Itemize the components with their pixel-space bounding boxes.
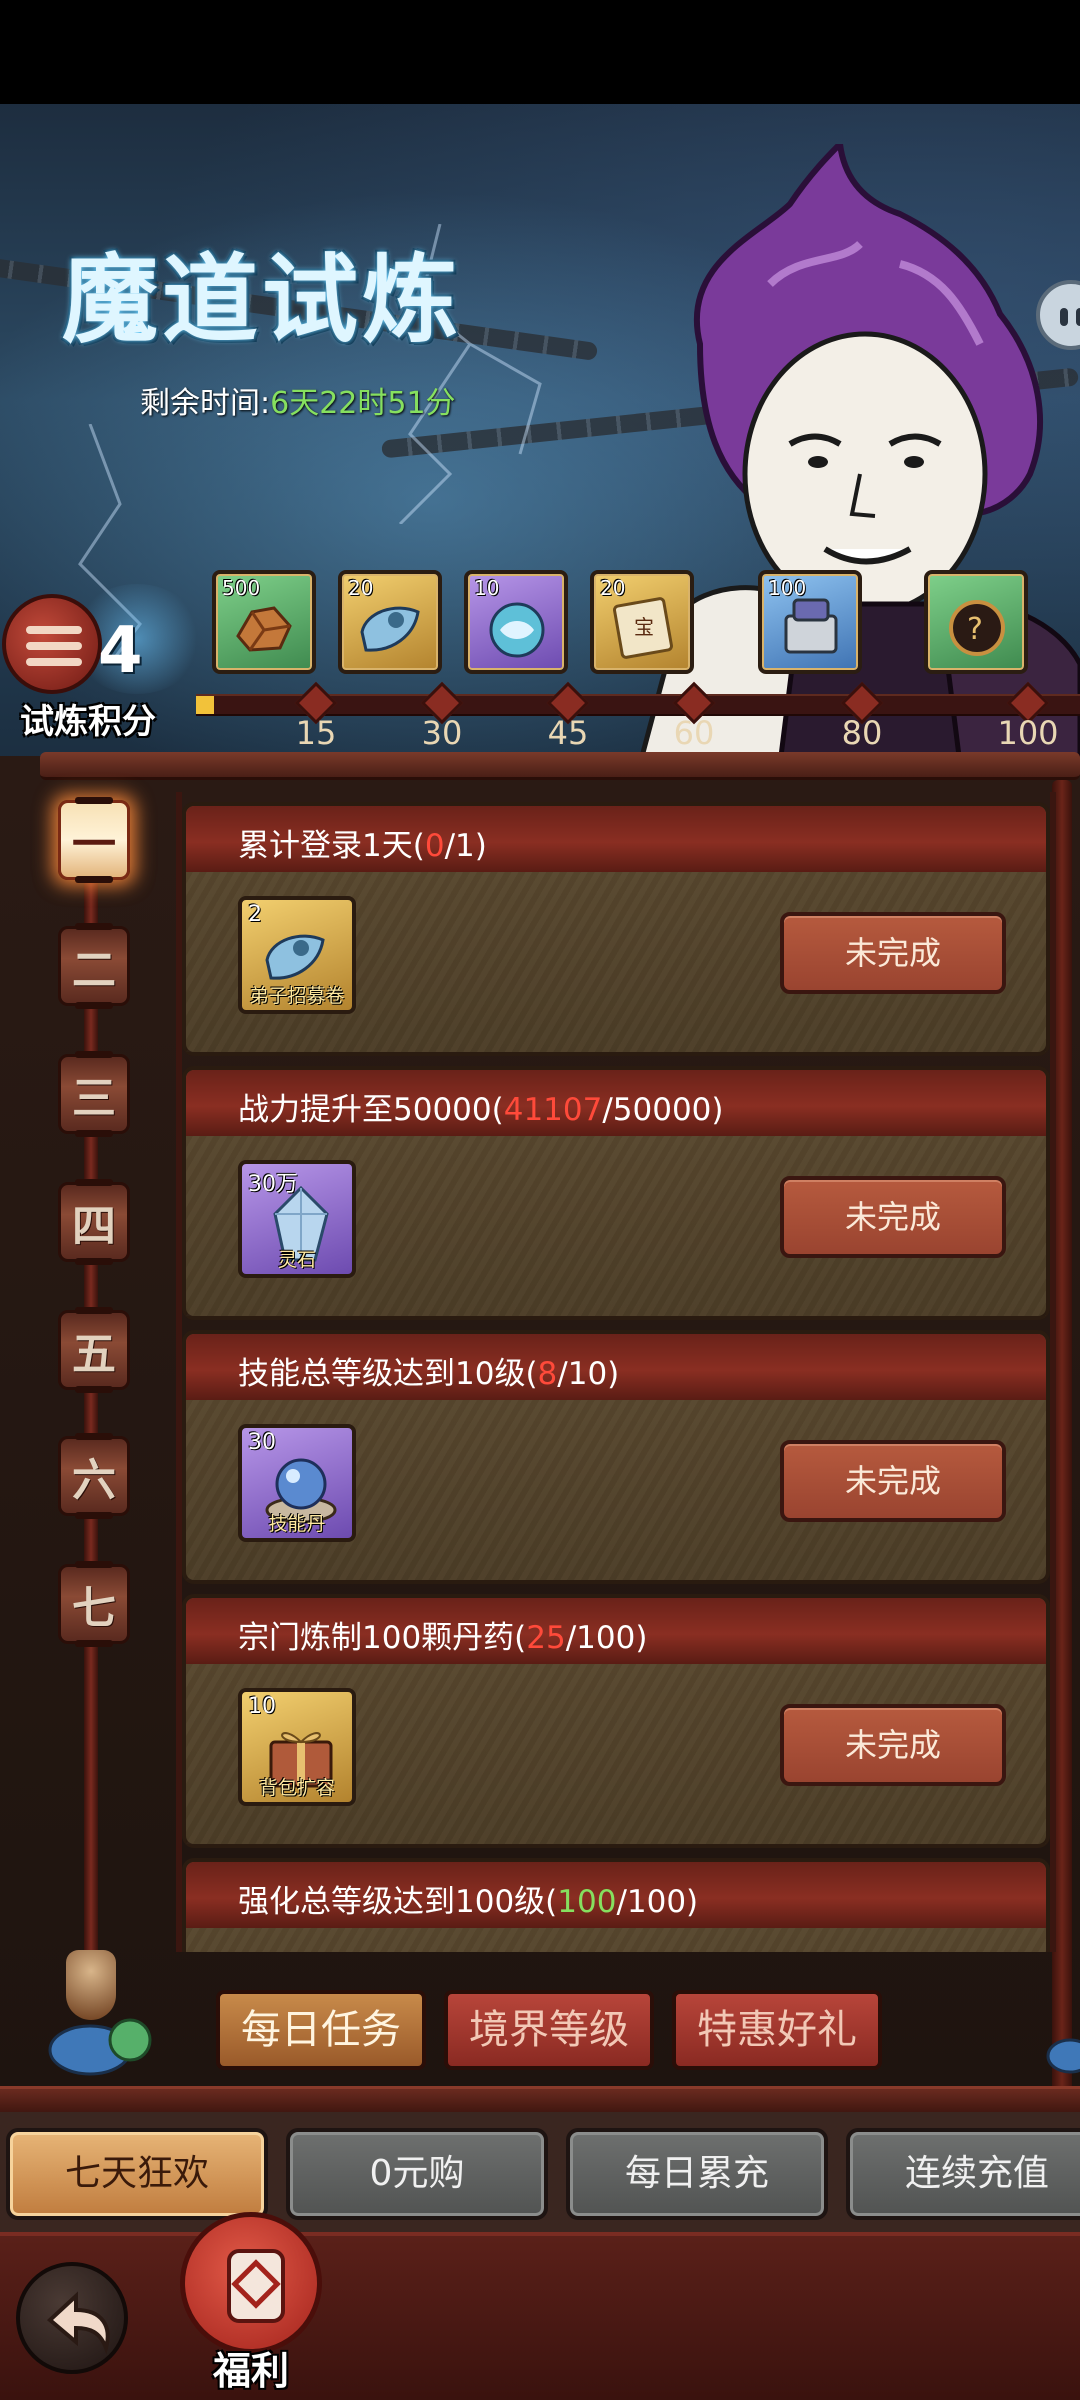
task-status-button[interactable]: 未完成	[780, 1704, 1006, 1786]
svg-text:?: ?	[967, 612, 983, 647]
task-reward-item[interactable]: 30 技能丹	[238, 1424, 356, 1542]
day-tab-label: 五	[72, 1329, 116, 1380]
task-reward-item[interactable]: 10 背包扩容	[238, 1688, 356, 1806]
task-title: 战力提升至50000(41107/50000)	[238, 1092, 724, 1128]
task-reward-item[interactable]: 2 弟子招募卷	[238, 896, 356, 1014]
task-progress-current: 25	[526, 1620, 566, 1656]
milestone-reward-count: 500	[222, 576, 261, 600]
milestone-threshold: 15	[295, 714, 337, 752]
task-list-viewport[interactable]: 累计登录1天(0/1) 2 弟子招募卷 未完成 战力提升至50000(41107/500…	[176, 792, 1056, 1952]
task-reward-qty: 2	[248, 902, 262, 927]
task-list: 累计登录1天(0/1) 2 弟子招募卷 未完成 战力提升至50000(41107/500…	[182, 792, 1050, 1952]
milestone-reward-100[interactable]: ?	[924, 570, 1028, 674]
back-arrow-icon	[46, 2291, 110, 2355]
day-tab-label: 三	[72, 1073, 116, 1124]
task-reward-qty: 10	[248, 1694, 276, 1719]
task-progress-current: 41107	[503, 1092, 603, 1128]
task-title: 宗门炼制100颗丹药(25/100)	[238, 1620, 648, 1656]
category-tab-3[interactable]: 特惠好礼	[672, 1990, 882, 2070]
milestone-threshold: 45	[547, 714, 589, 752]
recruit-scroll-icon	[360, 606, 420, 652]
milestone-reward-80[interactable]: 100	[758, 570, 862, 674]
day-tab-label: 六	[72, 1455, 116, 1506]
score-value: 4	[98, 614, 143, 688]
milestone-reward-count: 20	[348, 576, 374, 600]
task-reward-name: 灵石	[277, 1249, 316, 1271]
milestone-threshold: 100	[997, 714, 1059, 752]
milestone-threshold: 80	[841, 714, 883, 752]
svg-text:宝: 宝	[634, 615, 654, 639]
task-reward-name: 技能丹	[268, 1513, 326, 1535]
activity-tab-2[interactable]: 0元购	[286, 2128, 548, 2220]
task-card: 宗门炼制100颗丹药(25/100) 10 背包扩容 未完成	[182, 1594, 1050, 1848]
welfare-button[interactable]	[180, 2212, 322, 2354]
score-label: 试炼积分	[20, 702, 156, 742]
mystery-box-icon: ?	[949, 600, 1005, 656]
day-tab-7[interactable]: 七	[52, 1558, 136, 1650]
task-card: 累计登录1天(0/1) 2 弟子招募卷 未完成	[182, 802, 1050, 1056]
treasure-scroll-icon: 宝	[612, 597, 674, 659]
task-status-button[interactable]: 未完成	[780, 1176, 1006, 1258]
milestone-reward-count: 100	[768, 576, 807, 600]
category-tabs: 每日任务 境界等级 特惠好礼	[0, 1966, 1080, 2070]
task-reward-qty: 30万	[248, 1172, 298, 1197]
day-tab-label: 二	[72, 945, 116, 996]
back-button[interactable]	[16, 2262, 128, 2374]
task-title: 强化总等级达到100级(100/100)	[238, 1884, 699, 1920]
dragon-orb-icon	[489, 602, 545, 658]
task-reward-qty: 30	[248, 1430, 276, 1455]
milestone-threshold: 60	[673, 714, 715, 752]
task-status-button[interactable]: 未完成	[780, 1440, 1006, 1522]
welfare-icon	[227, 2249, 285, 2323]
task-card: 技能总等级达到10级(8/10) 30 技能丹 未完成	[182, 1330, 1050, 1584]
task-reward-item[interactable]: 30万灵石	[238, 1160, 356, 1278]
task-status-button[interactable]: 未完成	[780, 912, 1006, 994]
remaining-time-value: 6天22时51分	[270, 386, 456, 421]
status-bar	[0, 0, 1080, 104]
day-tab-label: 四	[72, 1201, 116, 1252]
day-tab-label: 一	[72, 819, 116, 870]
task-title: 累计登录1天(0/1)	[238, 828, 487, 864]
event-title: 魔道试炼	[62, 243, 462, 356]
day-tab-2[interactable]: 二	[52, 920, 136, 1012]
milestone-threshold: 30	[421, 714, 463, 752]
milestone-reward-count: 20	[600, 576, 626, 600]
screen: 魔道试炼 剩余时间:6天22时51分 500 15 20 30 10 45 宝 20 60 100…	[0, 0, 1080, 2400]
task-title: 技能总等级达到10级(8/10)	[238, 1356, 620, 1392]
day-tab-3[interactable]: 三	[52, 1048, 136, 1140]
task-card: 强化总等级达到100级(100/100)	[182, 1858, 1050, 1952]
task-progress-current: 8	[537, 1356, 558, 1392]
welfare-label: 福利	[212, 2349, 289, 2393]
remaining-time-label: 剩余时间:	[140, 386, 271, 421]
day-tab-1[interactable]: 一	[52, 794, 136, 886]
activity-tab-1[interactable]: 七天狂欢	[6, 2128, 268, 2220]
task-progress-current: 100	[557, 1884, 617, 1920]
task-reward-name: 背包扩容	[258, 1777, 335, 1799]
day-tab-4[interactable]: 四	[52, 1176, 136, 1268]
task-card: 战力提升至50000(41107/50000) 30万灵石 未完成	[182, 1066, 1050, 1320]
task-reward-name: 弟子招募卷	[249, 985, 345, 1007]
activity-tab-4[interactable]: 连续充值	[846, 2128, 1080, 2220]
activity-tabs: 七天狂欢 0元购 每日累充 连续充值	[0, 2112, 1080, 2232]
day-tab-6[interactable]: 六	[52, 1430, 136, 1522]
milestone-reward-45[interactable]: 10	[464, 570, 568, 674]
milestone-reward-count: 10	[474, 576, 500, 600]
bottom-nav: 福利	[0, 2212, 1080, 2400]
score-menu-icon[interactable]	[2, 594, 102, 694]
category-tab-1[interactable]: 每日任务	[216, 1990, 426, 2070]
milestone-reward-60[interactable]: 宝 20	[590, 570, 694, 674]
ore-icon	[236, 606, 292, 652]
remaining-time: 剩余时间:6天22时51分	[140, 378, 456, 422]
day-tab-5[interactable]: 五	[52, 1304, 136, 1396]
activity-tab-3[interactable]: 每日累充	[566, 2128, 828, 2220]
milestone-reward-30[interactable]: 20	[338, 570, 442, 674]
category-tab-2[interactable]: 境界等级	[444, 1990, 654, 2070]
recruit-scroll-icon	[265, 934, 325, 980]
task-progress-current: 0	[424, 828, 445, 864]
milestone-reward-15[interactable]: 500	[212, 570, 316, 674]
score-emblem: 4 试炼积分	[2, 584, 202, 744]
treasure-box-icon	[784, 598, 838, 654]
day-tab-label: 七	[72, 1583, 116, 1634]
